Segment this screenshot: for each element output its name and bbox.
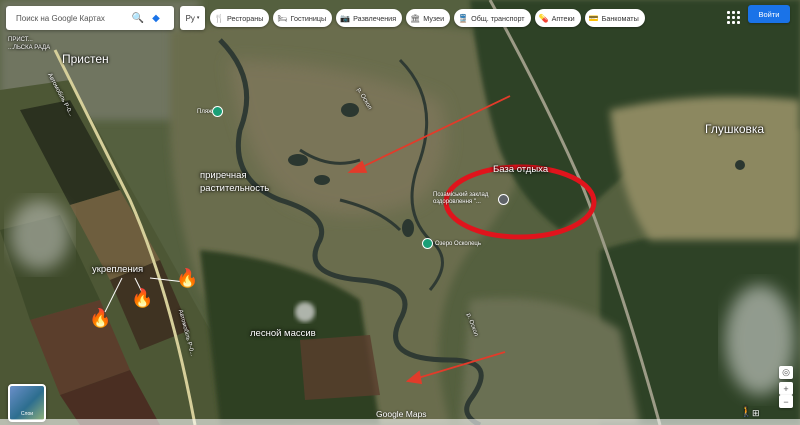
zoom-in-button[interactable]: + bbox=[779, 382, 793, 395]
category-chip-label: Гостиницы bbox=[290, 13, 327, 23]
satellite-map[interactable] bbox=[0, 0, 800, 425]
fire-icon: 🔥 bbox=[131, 288, 154, 308]
attribution-bar bbox=[0, 419, 800, 425]
zoom-out-button[interactable]: − bbox=[779, 395, 793, 408]
lake-pin-icon bbox=[422, 238, 433, 249]
poi-camp[interactable]: Позаміський заклад оздоровлення "... bbox=[433, 192, 508, 206]
beach-icon: Пляж bbox=[197, 108, 213, 115]
google-maps-logo: Google Maps bbox=[376, 409, 427, 419]
place-label-glushkovka[interactable]: Глушковка bbox=[705, 122, 764, 136]
pegman-icon[interactable]: 🚶 bbox=[740, 407, 752, 418]
annotation-forest: лесной массив bbox=[250, 328, 316, 339]
search-icon[interactable]: 🔍 bbox=[130, 10, 146, 26]
category-chip[interactable]: 💳 Банкоматы bbox=[584, 9, 645, 27]
grid-view-icon[interactable]: ⊞ bbox=[752, 408, 760, 419]
annotation-base: База отдыха bbox=[493, 164, 549, 175]
poi-lake[interactable]: Озеро Осколець bbox=[422, 238, 481, 249]
category-chip[interactable]: 🏛 Музеи bbox=[406, 9, 451, 27]
transit-icon: 🚆 bbox=[458, 13, 469, 23]
fire-icon: 🔥 bbox=[89, 308, 112, 328]
category-chip[interactable]: 🚆 Общ. транспорт bbox=[454, 9, 531, 27]
museum-icon: 🏛 bbox=[410, 13, 421, 23]
top-bar: 🔍 ◆ Ру▾ 🍴Рестораны🛏Гостиницы📷Развлечения… bbox=[0, 0, 800, 34]
category-chips: 🍴 Рестораны 🛏 Гостиницы 📷 Развлечения 🏛 Музеи 🚆 О… bbox=[210, 9, 645, 27]
category-chip[interactable]: 📷 Развлечения bbox=[336, 9, 403, 27]
category-chip[interactable]: 🛏 Гостиницы bbox=[273, 9, 333, 27]
language-label: Ру bbox=[185, 13, 195, 23]
camp-label: Позаміський заклад оздоровлення "... bbox=[433, 192, 489, 205]
hotel-icon: 🛏 bbox=[277, 13, 288, 23]
annotation-fortifications: укрепления bbox=[92, 264, 144, 275]
category-chip-label: Общ. транспорт bbox=[471, 13, 525, 23]
category-chip-label: Аптеки bbox=[551, 13, 575, 23]
fire-icon: 🔥 bbox=[176, 268, 199, 288]
chevron-down-icon: ▾ bbox=[196, 15, 200, 21]
annotation-vegetation: приречная растительность bbox=[200, 170, 270, 194]
category-chip-label: Развлечения bbox=[353, 13, 397, 23]
category-chip[interactable]: 💊 Аптеки bbox=[534, 9, 581, 27]
restaurant-icon: 🍴 bbox=[214, 13, 224, 23]
category-chip-label: Рестораны bbox=[226, 13, 264, 23]
apps-grid-icon[interactable] bbox=[725, 9, 741, 25]
layers-label: Слои bbox=[20, 411, 34, 417]
category-chip-label: Музеи bbox=[423, 13, 445, 23]
category-chip-label: Банкоматы bbox=[601, 13, 639, 23]
sign-in-button[interactable]: Войти bbox=[748, 5, 790, 23]
pharmacy-icon: 💊 bbox=[538, 13, 549, 23]
camera-icon: 📷 bbox=[340, 13, 351, 23]
search-box: 🔍 ◆ bbox=[6, 6, 174, 30]
place-label-small: ПРИСТ... bbox=[8, 37, 33, 43]
my-location-button[interactable]: ◎ bbox=[779, 366, 793, 379]
search-input[interactable] bbox=[14, 12, 128, 24]
layers-toggle[interactable]: Слои bbox=[8, 384, 46, 422]
atm-icon: 💳 bbox=[588, 13, 599, 23]
place-label-pristen[interactable]: Пристен bbox=[62, 52, 109, 66]
lake-label: Озеро Осколець bbox=[435, 240, 481, 247]
beach-pin-icon bbox=[212, 106, 224, 117]
language-selector[interactable]: Ру ▾ bbox=[180, 6, 205, 30]
directions-icon[interactable]: ◆ bbox=[148, 10, 164, 26]
camp-pin-icon[interactable] bbox=[498, 194, 509, 205]
poi-beach[interactable]: Пляж bbox=[195, 106, 225, 117]
category-chip[interactable]: 🍴 Рестораны bbox=[210, 9, 270, 27]
council-label: ...ЛЬСКА РАДА bbox=[8, 45, 51, 51]
